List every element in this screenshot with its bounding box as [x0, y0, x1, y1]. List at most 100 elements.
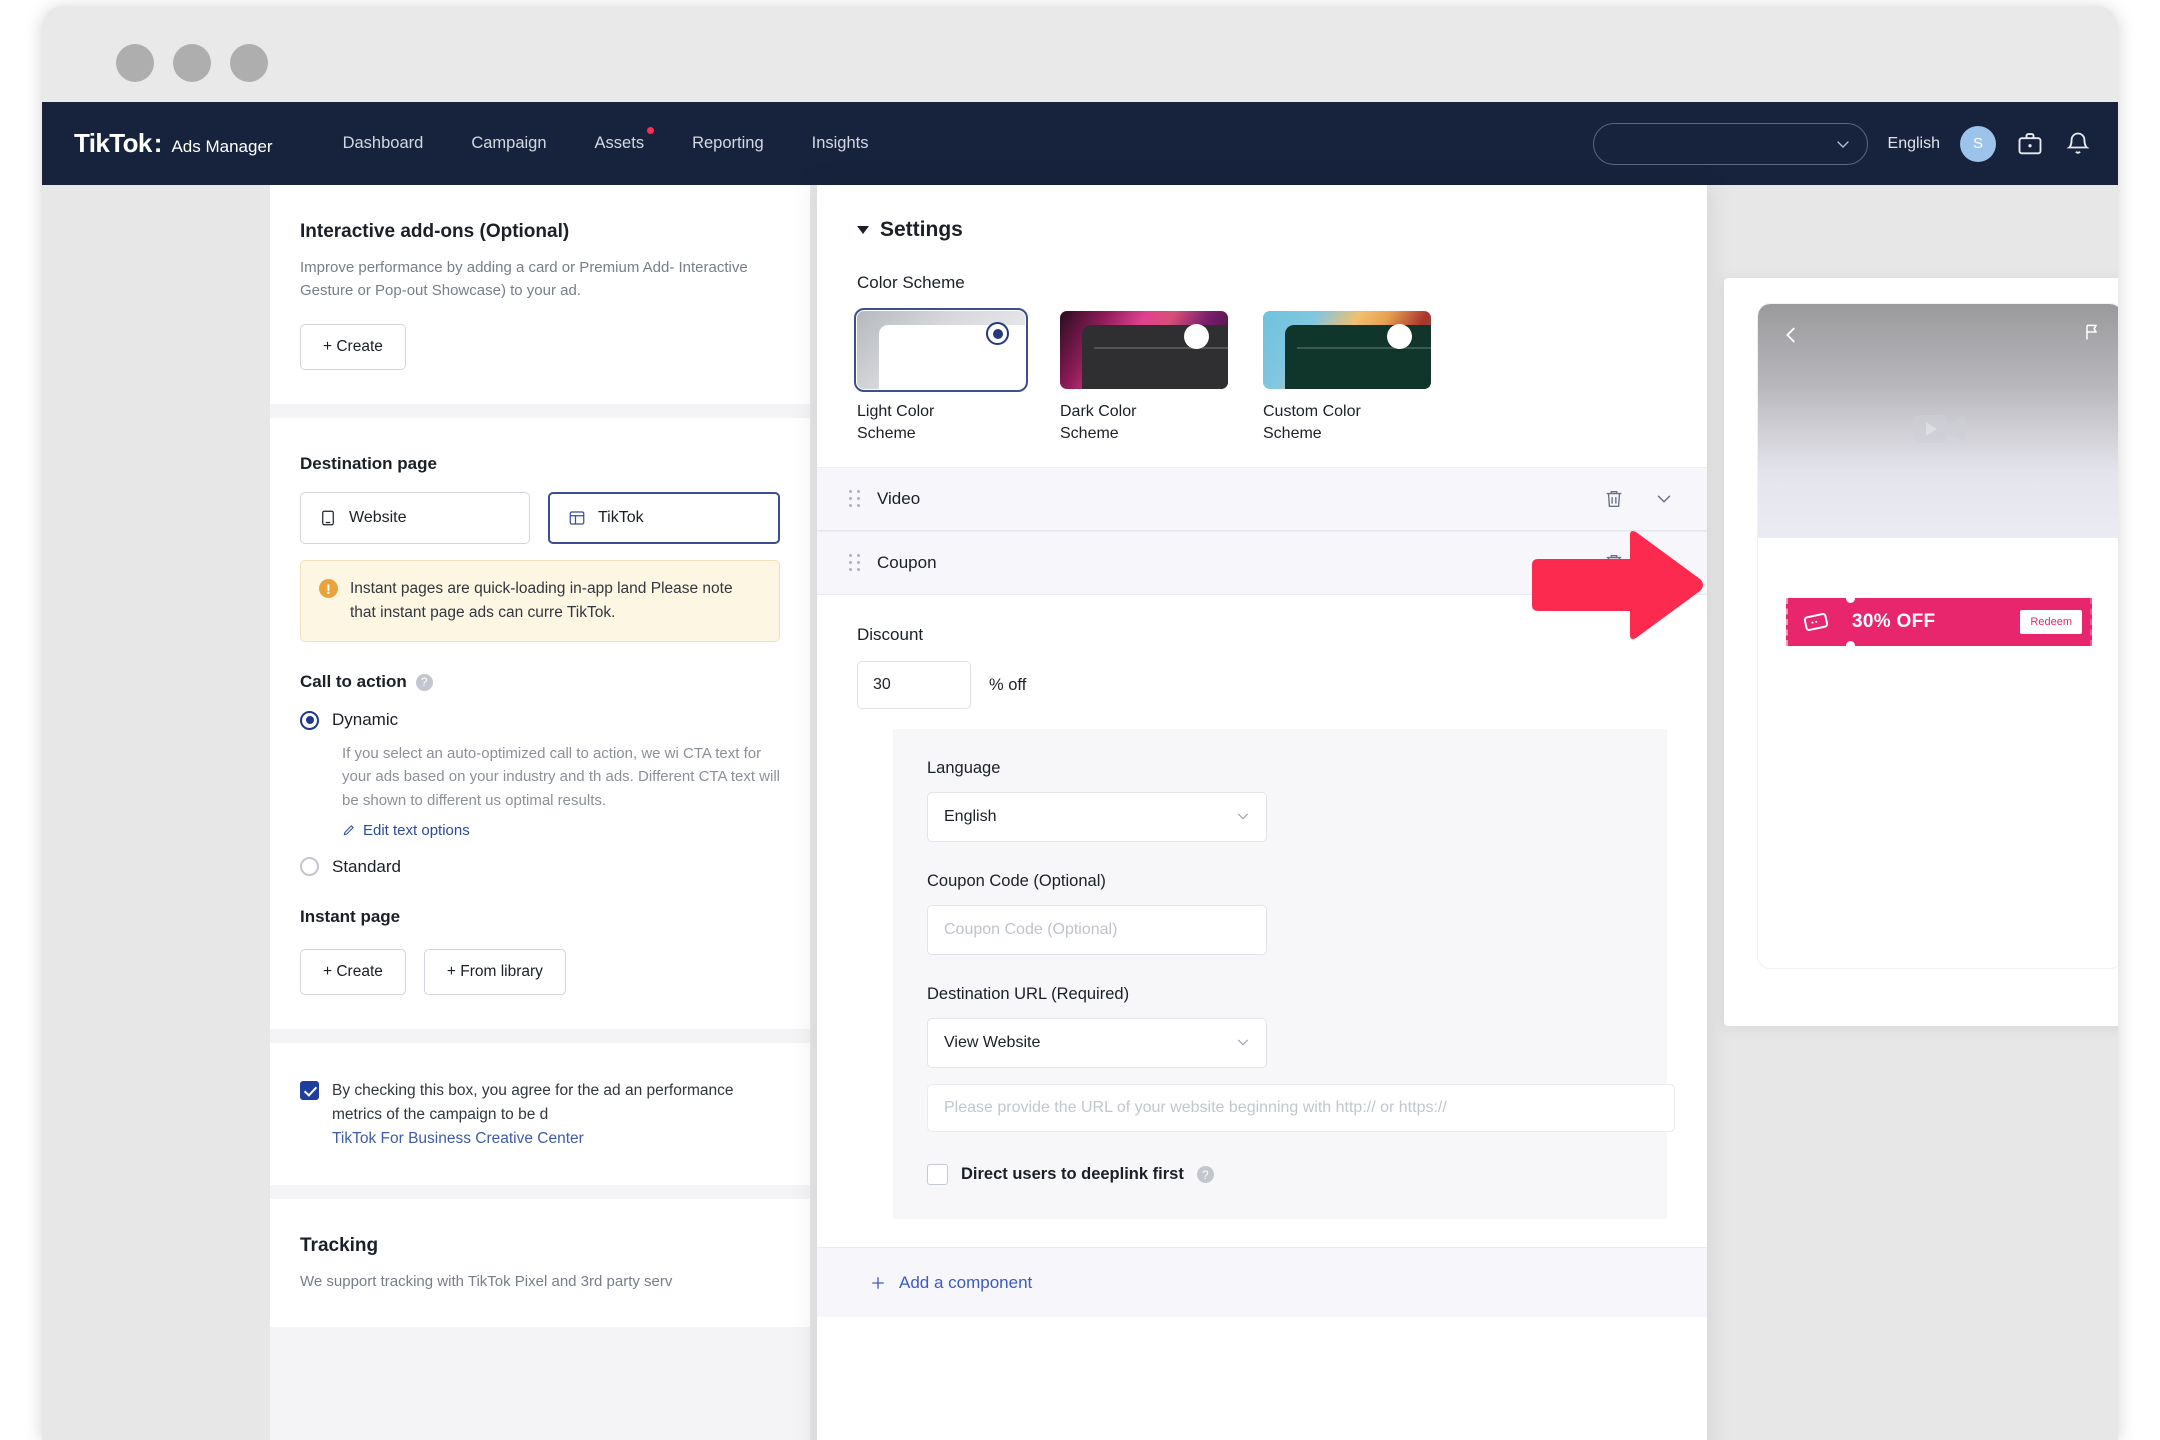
component-settings-modal: Settings Color Scheme Light Color Scheme [817, 185, 1707, 1440]
color-scheme-custom-dot [1387, 324, 1412, 349]
instant-page-title: Instant page [300, 906, 401, 926]
deeplink-checkbox[interactable] [927, 1164, 948, 1186]
destination-option-tiktok[interactable]: TikTok [548, 492, 780, 544]
add-component-button[interactable]: Add a component [817, 1247, 1707, 1318]
interactive-addons-description: Improve performance by adding a card or … [300, 259, 748, 299]
ticket-icon [1803, 613, 1829, 631]
color-scheme-light-thumbnail[interactable] [854, 308, 1028, 392]
consent-row[interactable]: By checking this box, you agree for the … [300, 1079, 780, 1151]
ad-preview-panel: 30% OFF Redeem [1724, 278, 2118, 1026]
nav-item-campaign[interactable]: Campaign [447, 134, 570, 153]
instant-page-from-library-button[interactable]: + From library [423, 948, 566, 995]
coupon-code-input[interactable] [927, 905, 1267, 956]
component-row-video[interactable]: Video [817, 467, 1707, 532]
browser-window: TikTok : Ads Manager Dashboard Campaign … [42, 6, 2118, 1440]
interactive-addons-create-button[interactable]: + Create [300, 324, 406, 370]
edit-link-label: Edit text options [363, 821, 470, 839]
interactive-addons-card: Interactive add-ons (Optional) Improve p… [270, 185, 810, 404]
deeplink-row[interactable]: Direct users to deeplink first ? [927, 1164, 1633, 1186]
tracking-card: Tracking We support tracking with TikTok… [270, 1198, 810, 1328]
destination-page-title: Destination page [300, 454, 437, 473]
destination-option-website[interactable]: Website [300, 492, 530, 544]
discount-input[interactable] [857, 661, 971, 710]
modal-footer-spacer [817, 1317, 1707, 1344]
brand-subtitle: Ads Manager [171, 137, 273, 156]
call-to-action-header: Call to action ? [300, 672, 780, 692]
nav-label: Reporting [692, 134, 764, 152]
color-scheme-dark[interactable]: Dark Color Scheme [1060, 311, 1228, 445]
creative-center-link[interactable]: TikTok For Business Creative Center [332, 1130, 584, 1147]
modal-scroll-area: Settings Color Scheme Light Color Scheme [817, 185, 1707, 1344]
color-scheme-custom-thumbnail[interactable] [1263, 311, 1431, 389]
nav-item-assets[interactable]: Assets [571, 127, 669, 153]
edit-text-options-link[interactable]: Edit text options [342, 822, 780, 839]
flag-icon[interactable] [2082, 322, 2102, 347]
language-selector[interactable]: English [1888, 135, 1940, 153]
destination-url-input[interactable] [927, 1084, 1675, 1133]
coupon-preview-text: 30% OFF [1852, 611, 1936, 632]
instant-page-create-button[interactable]: + Create [300, 948, 406, 995]
color-scheme-light[interactable]: Light Color Scheme [854, 308, 1028, 445]
settings-section: Settings Color Scheme Light Color Scheme [817, 185, 1707, 445]
nav-item-reporting[interactable]: Reporting [668, 134, 788, 153]
color-scheme-custom[interactable]: Custom Color Scheme [1263, 311, 1431, 445]
drag-handle-icon[interactable] [849, 490, 861, 508]
drag-handle-icon[interactable] [849, 554, 861, 572]
coupon-preview-banner: 30% OFF Redeem [1786, 594, 2092, 650]
instant-page-warning-text: Instant pages are quick-loading in-app l… [350, 580, 733, 622]
chevron-left-icon[interactable] [1780, 324, 1802, 351]
top-navigation-bar: TikTok : Ads Manager Dashboard Campaign … [42, 102, 2118, 185]
chevron-down-icon [1836, 140, 1849, 148]
coupon-code-label: Coupon Code (Optional) [927, 872, 1106, 891]
language-label: English [1887, 134, 1940, 152]
pencil-icon [343, 825, 354, 836]
radio-standard[interactable] [300, 857, 319, 877]
briefcase-icon[interactable] [2016, 130, 2044, 158]
tiktok-ads-manager-logo[interactable]: TikTok : Ads Manager [74, 128, 273, 159]
interactive-addons-title: Interactive add-ons (Optional) [300, 221, 570, 242]
language-select[interactable]: English [927, 792, 1267, 843]
chevron-down-icon[interactable] [1653, 488, 1675, 510]
coupon-notch-bottom [1846, 641, 1855, 650]
avatar[interactable]: S [1960, 125, 1996, 162]
minimize-window-button[interactable] [173, 44, 211, 82]
color-scheme-light-radio[interactable] [986, 322, 1009, 345]
destination-url-type-value: View Website [944, 1034, 1041, 1052]
maximize-window-button[interactable] [230, 44, 268, 82]
discount-row: % off [857, 661, 1667, 710]
account-selector[interactable] [1592, 122, 1868, 165]
destination-url-type-select[interactable]: View Website [927, 1018, 1267, 1069]
trash-icon[interactable] [1603, 552, 1625, 574]
component-row-coupon[interactable]: Coupon [817, 531, 1707, 596]
layout-icon [569, 511, 585, 525]
settings-section-header[interactable]: Settings [857, 218, 1667, 242]
trash-icon[interactable] [1603, 488, 1625, 510]
video-camera-icon [1911, 408, 1969, 455]
warning-icon: ! [319, 579, 338, 598]
close-window-button[interactable] [116, 44, 154, 82]
color-scheme-custom-caption: Custom Color Scheme [1263, 403, 1361, 443]
redeem-button[interactable]: Redeem [2020, 610, 2082, 634]
tracking-title: Tracking [300, 1234, 379, 1256]
help-icon[interactable]: ? [1196, 1166, 1214, 1184]
settings-title-label: Settings [880, 218, 963, 241]
phone-video-area [1758, 304, 2118, 538]
nav-label: Insights [811, 134, 869, 152]
color-scheme-light-caption: Light Color Scheme [857, 403, 935, 443]
nav-item-insights[interactable]: Insights [788, 134, 893, 153]
phone-preview: 30% OFF Redeem [1758, 304, 2118, 968]
destination-option-label: Website [349, 509, 407, 526]
bell-icon[interactable] [2064, 130, 2092, 158]
color-scheme-dark-thumbnail[interactable] [1060, 311, 1228, 389]
consent-checkbox[interactable] [300, 1080, 319, 1100]
nav-item-dashboard[interactable]: Dashboard [319, 134, 448, 153]
cta-option-dynamic[interactable]: Dynamic [300, 710, 780, 730]
cta-option-standard[interactable]: Standard [300, 857, 780, 877]
chevron-up-icon[interactable] [1653, 552, 1675, 574]
radio-dynamic[interactable] [300, 710, 319, 730]
call-to-action-title: Call to action [300, 672, 407, 692]
discount-label: Discount [857, 625, 924, 645]
help-icon[interactable]: ? [415, 673, 433, 691]
component-video-title: Video [877, 489, 921, 509]
nav-right-group: English S [1592, 122, 2092, 165]
